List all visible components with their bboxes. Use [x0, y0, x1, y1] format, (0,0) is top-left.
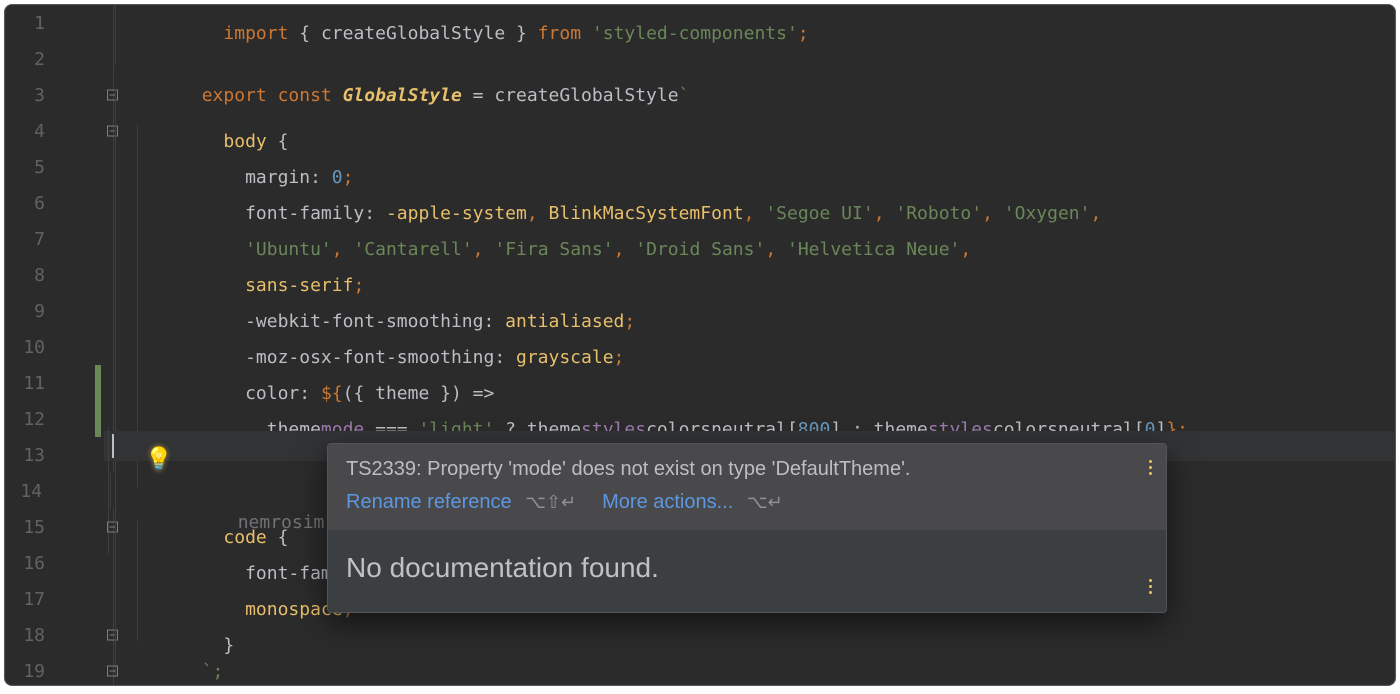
fold-gutter[interactable] [55, 509, 115, 545]
line-number: 9 [5, 301, 55, 322]
kebab-icon[interactable] [1149, 579, 1152, 594]
line-number: 18 [5, 625, 55, 646]
code-line[interactable]: `; [115, 640, 223, 687]
line-number: 4 [5, 121, 55, 142]
line-number: 19 [5, 661, 55, 682]
editor-frame: 1 import { createGlobalStyle } from 'sty… [4, 4, 1396, 686]
line-number: 3 [5, 85, 55, 106]
line-number: 10 [5, 337, 55, 358]
line-number: 6 [5, 193, 55, 214]
shortcut-label: ⌥⇧↵ [525, 492, 576, 512]
line-number: 2 [5, 49, 55, 70]
more-actions-link[interactable]: More actions... [602, 491, 733, 513]
line-number: 15 [5, 517, 55, 538]
fold-gutter [55, 5, 115, 41]
error-popup: TS2339: Property 'mode' does not exist o… [327, 443, 1167, 613]
line-number: 11 [5, 373, 55, 394]
fold-gutter [55, 41, 115, 77]
text-caret [112, 434, 114, 458]
line-number: 12 [5, 409, 55, 430]
fold-gutter[interactable] [55, 653, 115, 686]
line-number: 16 [5, 553, 55, 574]
fold-gutter[interactable] [55, 113, 115, 149]
line-number: 5 [5, 157, 55, 178]
shortcut-label: ⌥↵ [747, 492, 783, 512]
intention-bulb-icon[interactable]: 💡 [145, 447, 172, 472]
kebab-icon[interactable] [1149, 460, 1152, 475]
rename-reference-link[interactable]: Rename reference [346, 491, 512, 513]
line-number: 1 [5, 13, 55, 34]
line-number: 14 [5, 481, 52, 502]
line-number: 17 [5, 589, 55, 610]
fold-gutter[interactable] [55, 77, 115, 113]
popup-actions: Rename reference ⌥⇧↵ More actions... ⌥↵ [328, 481, 1166, 530]
error-message: TS2339: Property 'mode' does not exist o… [346, 458, 910, 480]
line-number: 13 [5, 445, 55, 466]
documentation-text: No documentation found. [346, 552, 659, 583]
fold-gutter[interactable] [55, 617, 115, 653]
code-line[interactable]: import { createGlobalStyle } from 'style… [115, 4, 809, 65]
line-number: 8 [5, 265, 55, 286]
line-number: 7 [5, 229, 55, 250]
